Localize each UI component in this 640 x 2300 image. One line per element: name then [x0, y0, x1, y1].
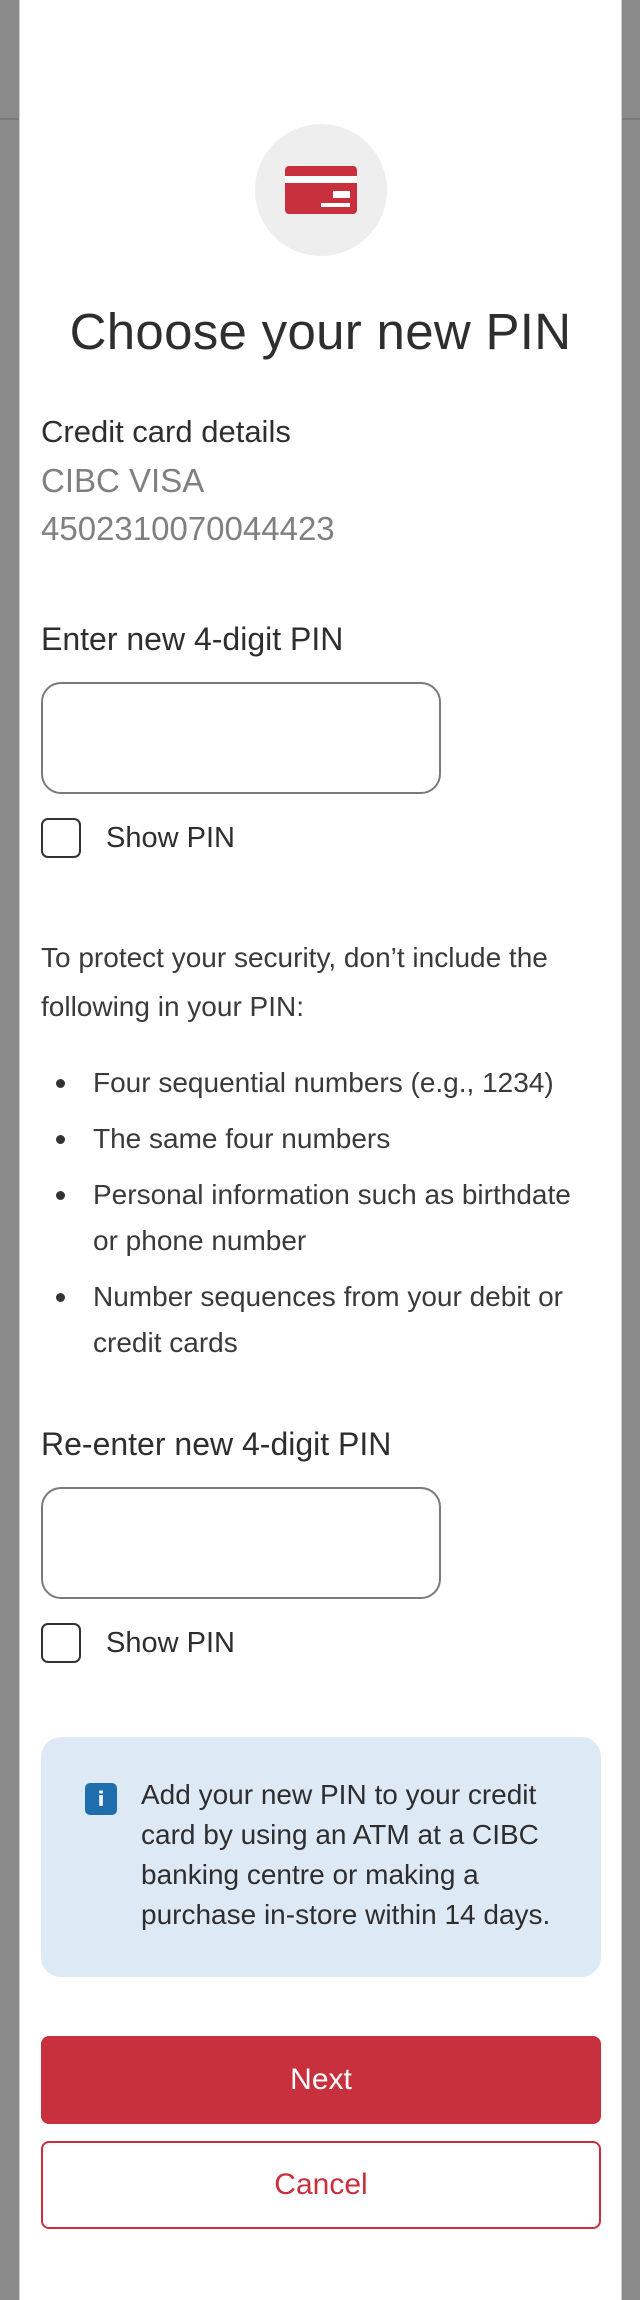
list-item: Personal information such as birthdate o… — [41, 1172, 601, 1264]
show-pin-checkbox[interactable] — [41, 818, 81, 858]
card-details-label: Credit card details — [41, 414, 291, 449]
list-item: The same four numbers — [41, 1116, 601, 1162]
show-pin-checkbox[interactable] — [41, 1623, 81, 1663]
pin-rules-list: Four sequential numbers (e.g., 1234) The… — [41, 1060, 601, 1376]
choose-pin-dialog: Choose your new PIN Credit card details … — [19, 0, 622, 2300]
show-pin-toggle[interactable]: Show PIN — [41, 1623, 235, 1663]
credit-card-icon — [255, 124, 387, 256]
info-icon: i — [85, 1783, 117, 1815]
rule-text: Number sequences from your debit or cred… — [93, 1281, 563, 1358]
rule-text: Four sequential numbers (e.g., 1234) — [93, 1067, 554, 1098]
list-item: Number sequences from your debit or cred… — [41, 1274, 601, 1366]
info-notice: i Add your new PIN to your credit card b… — [41, 1737, 601, 1977]
info-text: Add your new PIN to your credit card by … — [141, 1779, 551, 1930]
bullet-icon — [56, 1293, 65, 1302]
show-pin-toggle[interactable]: Show PIN — [41, 818, 235, 858]
show-pin-label: Show PIN — [106, 821, 235, 854]
bullet-icon — [56, 1079, 65, 1088]
show-pin-label: Show PIN — [106, 1626, 235, 1659]
rule-text: The same four numbers — [93, 1123, 391, 1154]
cancel-button[interactable]: Cancel — [41, 2141, 601, 2229]
next-button[interactable]: Next — [41, 2036, 601, 2124]
card-number: 4502310070044423 — [41, 510, 335, 547]
page-title: Choose your new PIN — [69, 303, 572, 360]
new-pin-label: Enter new 4-digit PIN — [41, 621, 344, 657]
bullet-icon — [56, 1135, 65, 1144]
card-type: CIBC VISA — [41, 462, 205, 499]
new-pin-input[interactable] — [41, 682, 441, 794]
bullet-icon — [56, 1191, 65, 1200]
security-intro: To protect your security, don’t include … — [41, 942, 548, 1022]
list-item: Four sequential numbers (e.g., 1234) — [41, 1060, 601, 1106]
confirm-pin-input[interactable] — [41, 1487, 441, 1599]
rule-text: Personal information such as birthdate o… — [93, 1179, 571, 1256]
confirm-pin-label: Re-enter new 4-digit PIN — [41, 1426, 392, 1462]
